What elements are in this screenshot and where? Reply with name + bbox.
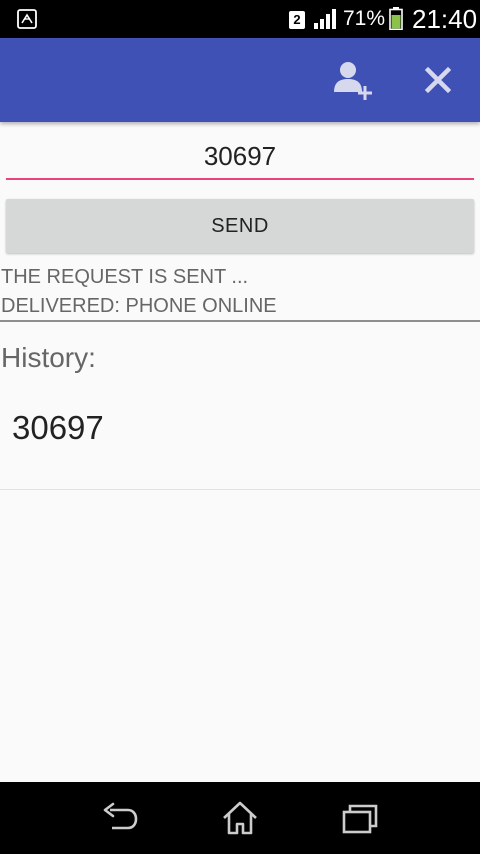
app-screen: 2 71% 21:40 SEND THE REQUEST IS SENT ...	[0, 0, 480, 854]
signal-strength-icon	[314, 9, 336, 29]
history-item-number: 30697	[12, 409, 104, 446]
recent-apps-icon[interactable]	[340, 800, 380, 836]
battery-icon	[389, 7, 403, 30]
home-icon[interactable]	[220, 800, 260, 836]
number-input[interactable]	[6, 134, 474, 180]
status-clock: 21:40	[412, 4, 478, 34]
sim-slot-badge: 2	[289, 11, 305, 29]
add-contact-icon[interactable]	[330, 58, 376, 104]
history-list-item[interactable]: 30697	[0, 392, 480, 490]
action-bar	[0, 38, 480, 122]
request-status-text: THE REQUEST IS SENT ...	[1, 266, 249, 288]
close-icon[interactable]	[418, 60, 458, 100]
history-title: History:	[1, 342, 96, 373]
battery-percent: 71%	[343, 7, 386, 30]
navigation-bar	[0, 782, 480, 854]
section-divider	[0, 320, 480, 322]
back-icon[interactable]	[100, 800, 140, 836]
app-notification-icon	[17, 9, 37, 29]
send-button[interactable]: SEND	[6, 199, 474, 253]
delivery-status-text: DELIVERED: PHONE ONLINE	[1, 295, 277, 317]
status-bar: 2 71% 21:40	[0, 0, 480, 38]
